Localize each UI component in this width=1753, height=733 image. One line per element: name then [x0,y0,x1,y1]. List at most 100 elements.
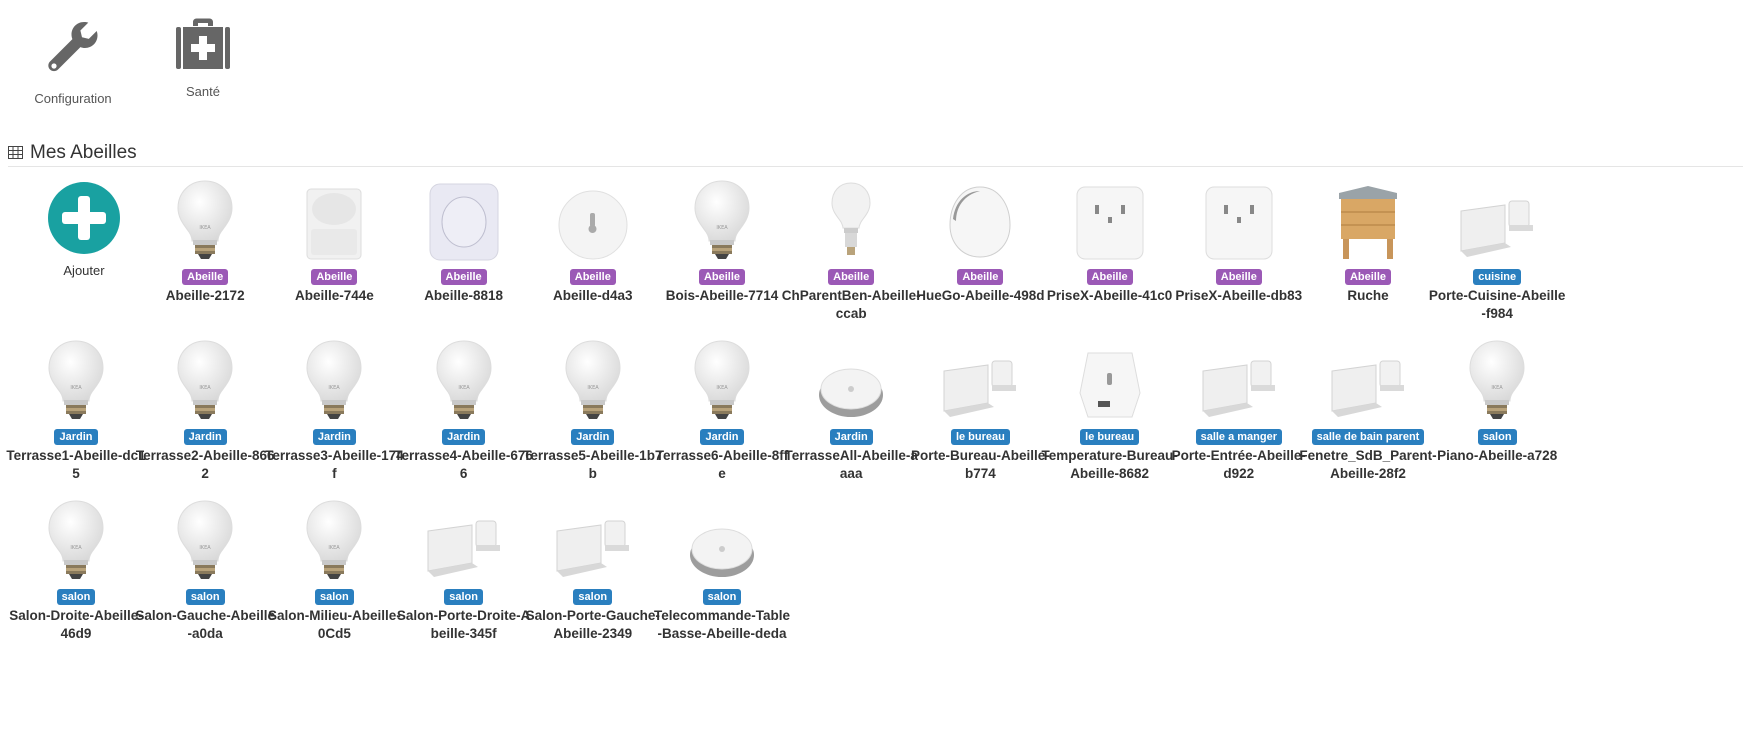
room-badge: Abeille [440,269,487,285]
door-sensor-icon [1167,329,1311,421]
device-card[interactable]: IKEA Abeille Abeille-2172 [133,169,277,305]
bulb-icon: IKEA [1425,329,1569,421]
svg-text:IKEA: IKEA [200,225,212,231]
device-card[interactable]: salon Telecommande-Table-Basse-Abeille-de… [650,489,794,643]
room-badge: salle a manger [1195,429,1283,445]
smart-plug-icon [1167,169,1311,261]
device-card[interactable]: IKEA Jardin Terrasse6-Abeille-8ffe [650,329,794,483]
device-name: Terrasse3-Abeille-174f [265,448,404,481]
svg-text:IKEA: IKEA [200,385,212,391]
room-badge: Abeille [1086,269,1133,285]
device-name: ChParentBen-Abeille-ccab [781,288,921,321]
device-card[interactable]: Abeille ChParentBen-Abeille-ccab [779,169,923,323]
door-sensor-icon [1296,329,1440,421]
device-name: Salon-Porte-Droite-Abeille-345f [396,608,531,641]
device-card[interactable]: Abeille Ruche [1296,169,1440,305]
wireless-switch-icon [392,169,536,261]
device-name: Salon-Droite-Abeille-46d9 [9,608,143,641]
device-card[interactable]: Abeille HueGo-Abeille-498d [908,169,1052,305]
device-name: PriseX-Abeille-db83 [1175,288,1303,303]
door-sensor-icon [908,329,1052,421]
room-badge: le bureau [950,429,1010,445]
device-card[interactable]: Abeille Abeille-744e [262,169,406,305]
svg-text:IKEA: IKEA [329,385,341,391]
room-badge: Abeille [828,269,875,285]
room-badge: cuisine [1473,269,1522,285]
table-icon [8,146,23,164]
device-name: Piano-Abeille-a728 [1437,448,1558,463]
svg-text:IKEA: IKEA [1492,385,1504,391]
configuration-label: Configuration [34,91,112,106]
room-badge: Abeille [957,269,1004,285]
room-badge: salon [702,589,742,605]
device-card[interactable]: salle a manger Porte-Entrée-Abeille-d922 [1167,329,1311,483]
motion-sensor-icon [262,169,406,261]
device-name: Salon-Milieu-Abeille-0Cd5 [268,608,401,641]
device-card[interactable]: IKEA salon Salon-Gauche-Abeille-a0da [133,489,277,643]
device-card[interactable]: Abeille Abeille-8818 [392,169,536,305]
device-card[interactable]: Abeille PriseX-Abeille-db83 [1167,169,1311,305]
device-card[interactable]: IKEA Jardin Terrasse2-Abeille-8662 [133,329,277,483]
device-name: Porte-Cuisine-Abeille-f984 [1428,288,1566,321]
device-card[interactable]: IKEA Jardin Terrasse4-Abeille-6766 [392,329,536,483]
device-card[interactable]: IKEA salon Salon-Milieu-Abeille-0Cd5 [262,489,406,643]
device-card[interactable]: IKEA Abeille Bois-Abeille-7714 [650,169,794,305]
configuration-button[interactable]: Configuration [8,18,138,106]
device-card[interactable]: le bureau Temperature-Bureau-Abeille-8682 [1038,329,1182,483]
device-name: Terrasse2-Abeille-8662 [135,448,275,481]
room-badge: salon [1477,429,1517,445]
room-badge: Jardin [442,429,486,445]
room-badge: Abeille [698,269,746,285]
room-badge: Jardin [312,429,356,445]
door-sensor-icon [392,489,536,581]
hue-go-icon [908,169,1052,261]
wrench-icon [44,22,102,80]
sante-label: Santé [186,84,220,99]
device-name: Bois-Abeille-7714 [665,288,779,303]
air-sensor-icon [1038,329,1182,421]
device-name: Abeille-2172 [165,288,245,303]
device-name: Temperature-Bureau-Abeille-8682 [1041,448,1178,481]
remote-dimmer-icon [650,489,794,581]
door-sensor-icon [521,489,665,581]
sante-button[interactable]: Santé [138,18,268,99]
device-card[interactable]: IKEA salon Piano-Abeille-a728 [1425,329,1569,465]
device-card[interactable]: IKEA salon Salon-Droite-Abeille-46d9 [4,489,148,643]
device-name: Abeille-d4a3 [553,288,633,303]
bulb-icon: IKEA [133,329,277,421]
device-name: Salon-Gauche-Abeille-a0da [135,608,275,641]
section-header: Mes Abeilles [8,140,1743,167]
device-card[interactable]: salon Salon-Porte-Droite-Abeille-345f [392,489,536,643]
device-name: PriseX-Abeille-41c0 [1046,288,1173,303]
smart-plug-icon [1038,169,1182,261]
remote-dimmer-icon [779,329,923,421]
device-card[interactable]: Jardin TerrasseAll-Abeille-aaaa [779,329,923,483]
device-card[interactable]: Abeille Abeille-d4a3 [521,169,665,305]
device-card[interactable]: IKEA Jardin Terrasse1-Abeille-dc15 [4,329,148,483]
device-name: Porte-Bureau-Abeille-b774 [911,448,1050,481]
device-card[interactable]: salon Salon-Porte-Gauche-Abeille-2349 [521,489,665,643]
room-badge: Jardin [829,429,873,445]
bulb-icon: IKEA [4,329,148,421]
room-badge: Abeille [1215,269,1262,285]
device-card[interactable]: le bureau Porte-Bureau-Abeille-b774 [908,329,1052,483]
room-badge: Abeille [1344,269,1392,285]
bulb-icon: IKEA [262,489,406,581]
device-name: TerrasseAll-Abeille-aaaa [784,448,918,481]
device-name: Salon-Porte-Gauche-Abeille-2349 [525,608,660,641]
device-card[interactable]: salle de bain parent Fenetre_SdB_Parent-A… [1296,329,1440,483]
device-card[interactable]: cuisine Porte-Cuisine-Abeille-f984 [1425,169,1569,323]
device-card[interactable]: IKEA Jardin Terrasse5-Abeille-1b7b [521,329,665,483]
svg-text:IKEA: IKEA [716,385,728,391]
temperature-sensor-icon [521,169,665,261]
device-name: Terrasse1-Abeille-dc15 [6,448,146,481]
room-badge: Jardin [571,429,615,445]
device-card[interactable]: IKEA Jardin Terrasse3-Abeille-174f [262,329,406,483]
device-name: Porte-Entrée-Abeille-d922 [1171,448,1306,481]
bulb-icon: IKEA [133,169,277,261]
small-bulb-icon [779,169,923,261]
device-name: Fenetre_SdB_Parent-Abeille-28f2 [1299,448,1437,481]
device-card[interactable]: Abeille PriseX-Abeille-41c0 [1038,169,1182,305]
bulb-icon: IKEA [133,489,277,581]
svg-text:IKEA: IKEA [70,545,82,551]
